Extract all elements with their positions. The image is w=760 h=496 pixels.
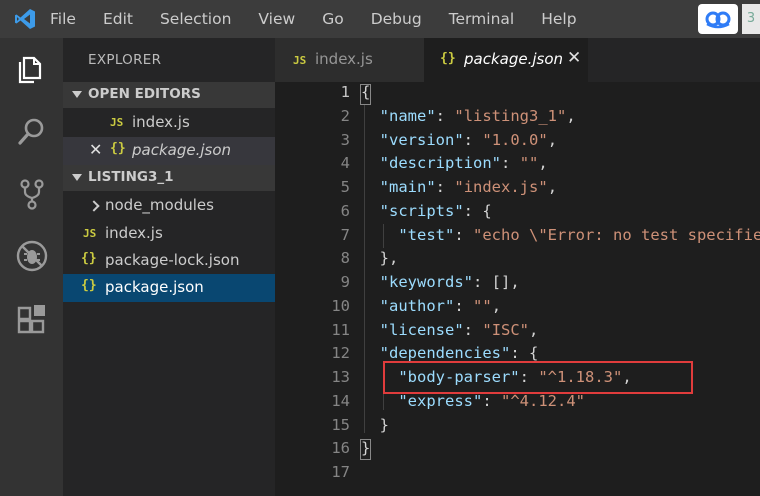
code-line[interactable]: "express": "^4.12.4": [361, 392, 585, 410]
code-line[interactable]: "version": "1.0.0",: [361, 131, 557, 149]
vscode-logo-icon: [15, 9, 35, 29]
menu-bar: File Edit Selection View Go Debug Termin…: [44, 0, 598, 38]
code-line[interactable]: },: [361, 249, 399, 267]
tree-item-label: index.js: [105, 224, 163, 242]
open-editors-label: OPEN EDITORS: [88, 86, 201, 102]
tree-item-node-modules[interactable]: node_modules: [63, 192, 275, 220]
json-file-icon: {}: [110, 141, 126, 156]
tab-label: index.js: [315, 50, 373, 68]
line-number: 13: [331, 368, 350, 386]
explorer-icon[interactable]: [14, 52, 50, 88]
line-number: 17: [331, 463, 350, 481]
tree-item-package-json[interactable]: {} package.json: [63, 274, 275, 302]
line-number: 12: [331, 344, 350, 363]
code-line[interactable]: "name": "listing3_1",: [361, 107, 576, 125]
folder-header[interactable]: LISTING3_1: [63, 165, 275, 191]
menu-go[interactable]: Go: [316, 0, 348, 38]
cloud-side-label: 3: [742, 4, 760, 34]
activity-bar: [0, 38, 63, 496]
tab-index-js[interactable]: JS index.js: [275, 38, 424, 82]
line-number: 4: [340, 154, 350, 173]
tree-item-index-js[interactable]: JS index.js: [63, 220, 275, 248]
js-file-icon: JS: [293, 54, 307, 67]
code-line[interactable]: "dependencies": {: [361, 344, 539, 362]
tree-item-label: package.json: [105, 278, 204, 296]
code-editor[interactable]: 1 2 3 4 5 6 7 8 9 10 11 12 13 14 15 16 17 { "name": "lis…: [275, 82, 760, 496]
explorer-title: EXPLORER: [88, 52, 162, 68]
json-file-icon: {}: [440, 51, 456, 66]
tab-label: package.json: [464, 50, 564, 68]
open-editor-item-package-json[interactable]: ✕ {} package.json: [63, 137, 275, 165]
line-number: 2: [340, 106, 350, 125]
collapse-arrow-icon: [72, 91, 82, 98]
code-line[interactable]: {: [361, 83, 370, 101]
tab-close-icon[interactable]: ✕: [567, 48, 581, 68]
debug-icon[interactable]: [14, 238, 50, 274]
line-number: 11: [331, 320, 350, 339]
cloud-icon: [705, 11, 731, 29]
code-line[interactable]: "keywords": [],: [361, 273, 520, 291]
json-file-icon: {}: [81, 278, 97, 293]
extensions-icon[interactable]: [14, 300, 50, 336]
code-line[interactable]: "license": "ISC",: [361, 321, 539, 339]
menu-edit[interactable]: Edit: [97, 0, 137, 38]
menu-debug[interactable]: Debug: [365, 0, 426, 38]
line-number: 10: [331, 296, 350, 315]
line-number: 3: [340, 130, 350, 149]
js-file-icon: JS: [110, 116, 124, 129]
open-editor-label: package.json: [132, 141, 232, 159]
line-number: 8: [340, 249, 350, 268]
menu-selection[interactable]: Selection: [154, 0, 235, 38]
menu-view[interactable]: View: [252, 0, 299, 38]
collapse-arrow-icon: [72, 174, 82, 181]
highlight-annotation-box: [383, 361, 693, 394]
tree-item-label: node_modules: [105, 196, 214, 214]
open-editors-header[interactable]: OPEN EDITORS: [63, 82, 275, 108]
source-control-icon[interactable]: [14, 176, 50, 212]
chevron-right-icon: [88, 200, 100, 212]
tree-item-package-lock-json[interactable]: {} package-lock.json: [63, 247, 275, 275]
folder-label: LISTING3_1: [88, 169, 174, 185]
line-number: 7: [340, 225, 350, 244]
code-line[interactable]: "test": "echo \"Error: no test specified…: [361, 226, 760, 244]
code-line[interactable]: "author": "",: [361, 297, 501, 315]
tree-item-label: package-lock.json: [105, 251, 240, 269]
line-number: 9: [340, 273, 350, 291]
title-bar: File Edit Selection View Go Debug Termin…: [0, 0, 760, 38]
cloud-button[interactable]: [698, 4, 738, 34]
code-line[interactable]: }: [361, 439, 370, 457]
search-icon[interactable]: [14, 114, 50, 150]
code-line[interactable]: "main": "index.js",: [361, 178, 557, 196]
menu-file[interactable]: File: [44, 0, 80, 38]
editor-tabs: JS index.js {} package.json ✕: [275, 38, 760, 82]
line-number: 16: [331, 439, 350, 458]
line-number: 1: [340, 83, 350, 101]
code-line[interactable]: "scripts": {: [361, 202, 492, 220]
json-file-icon: {}: [81, 251, 97, 266]
code-line[interactable]: "description": "",: [361, 154, 548, 172]
close-icon[interactable]: ✕: [89, 140, 102, 159]
line-number: 5: [340, 178, 350, 196]
menu-terminal[interactable]: Terminal: [443, 0, 519, 38]
code-line[interactable]: }: [361, 416, 389, 434]
line-number: 14: [331, 391, 350, 410]
open-editor-item-index-js[interactable]: JS index.js: [63, 109, 275, 137]
tab-package-json[interactable]: {} package.json ✕: [424, 38, 588, 82]
js-file-icon: JS: [83, 227, 97, 240]
menu-help[interactable]: Help: [535, 0, 580, 38]
explorer-sidebar: EXPLORER OPEN EDITORS JS index.js ✕ {} p…: [63, 38, 275, 496]
line-number: 15: [331, 415, 350, 434]
line-number: 6: [340, 201, 350, 220]
open-editor-label: index.js: [132, 113, 190, 131]
